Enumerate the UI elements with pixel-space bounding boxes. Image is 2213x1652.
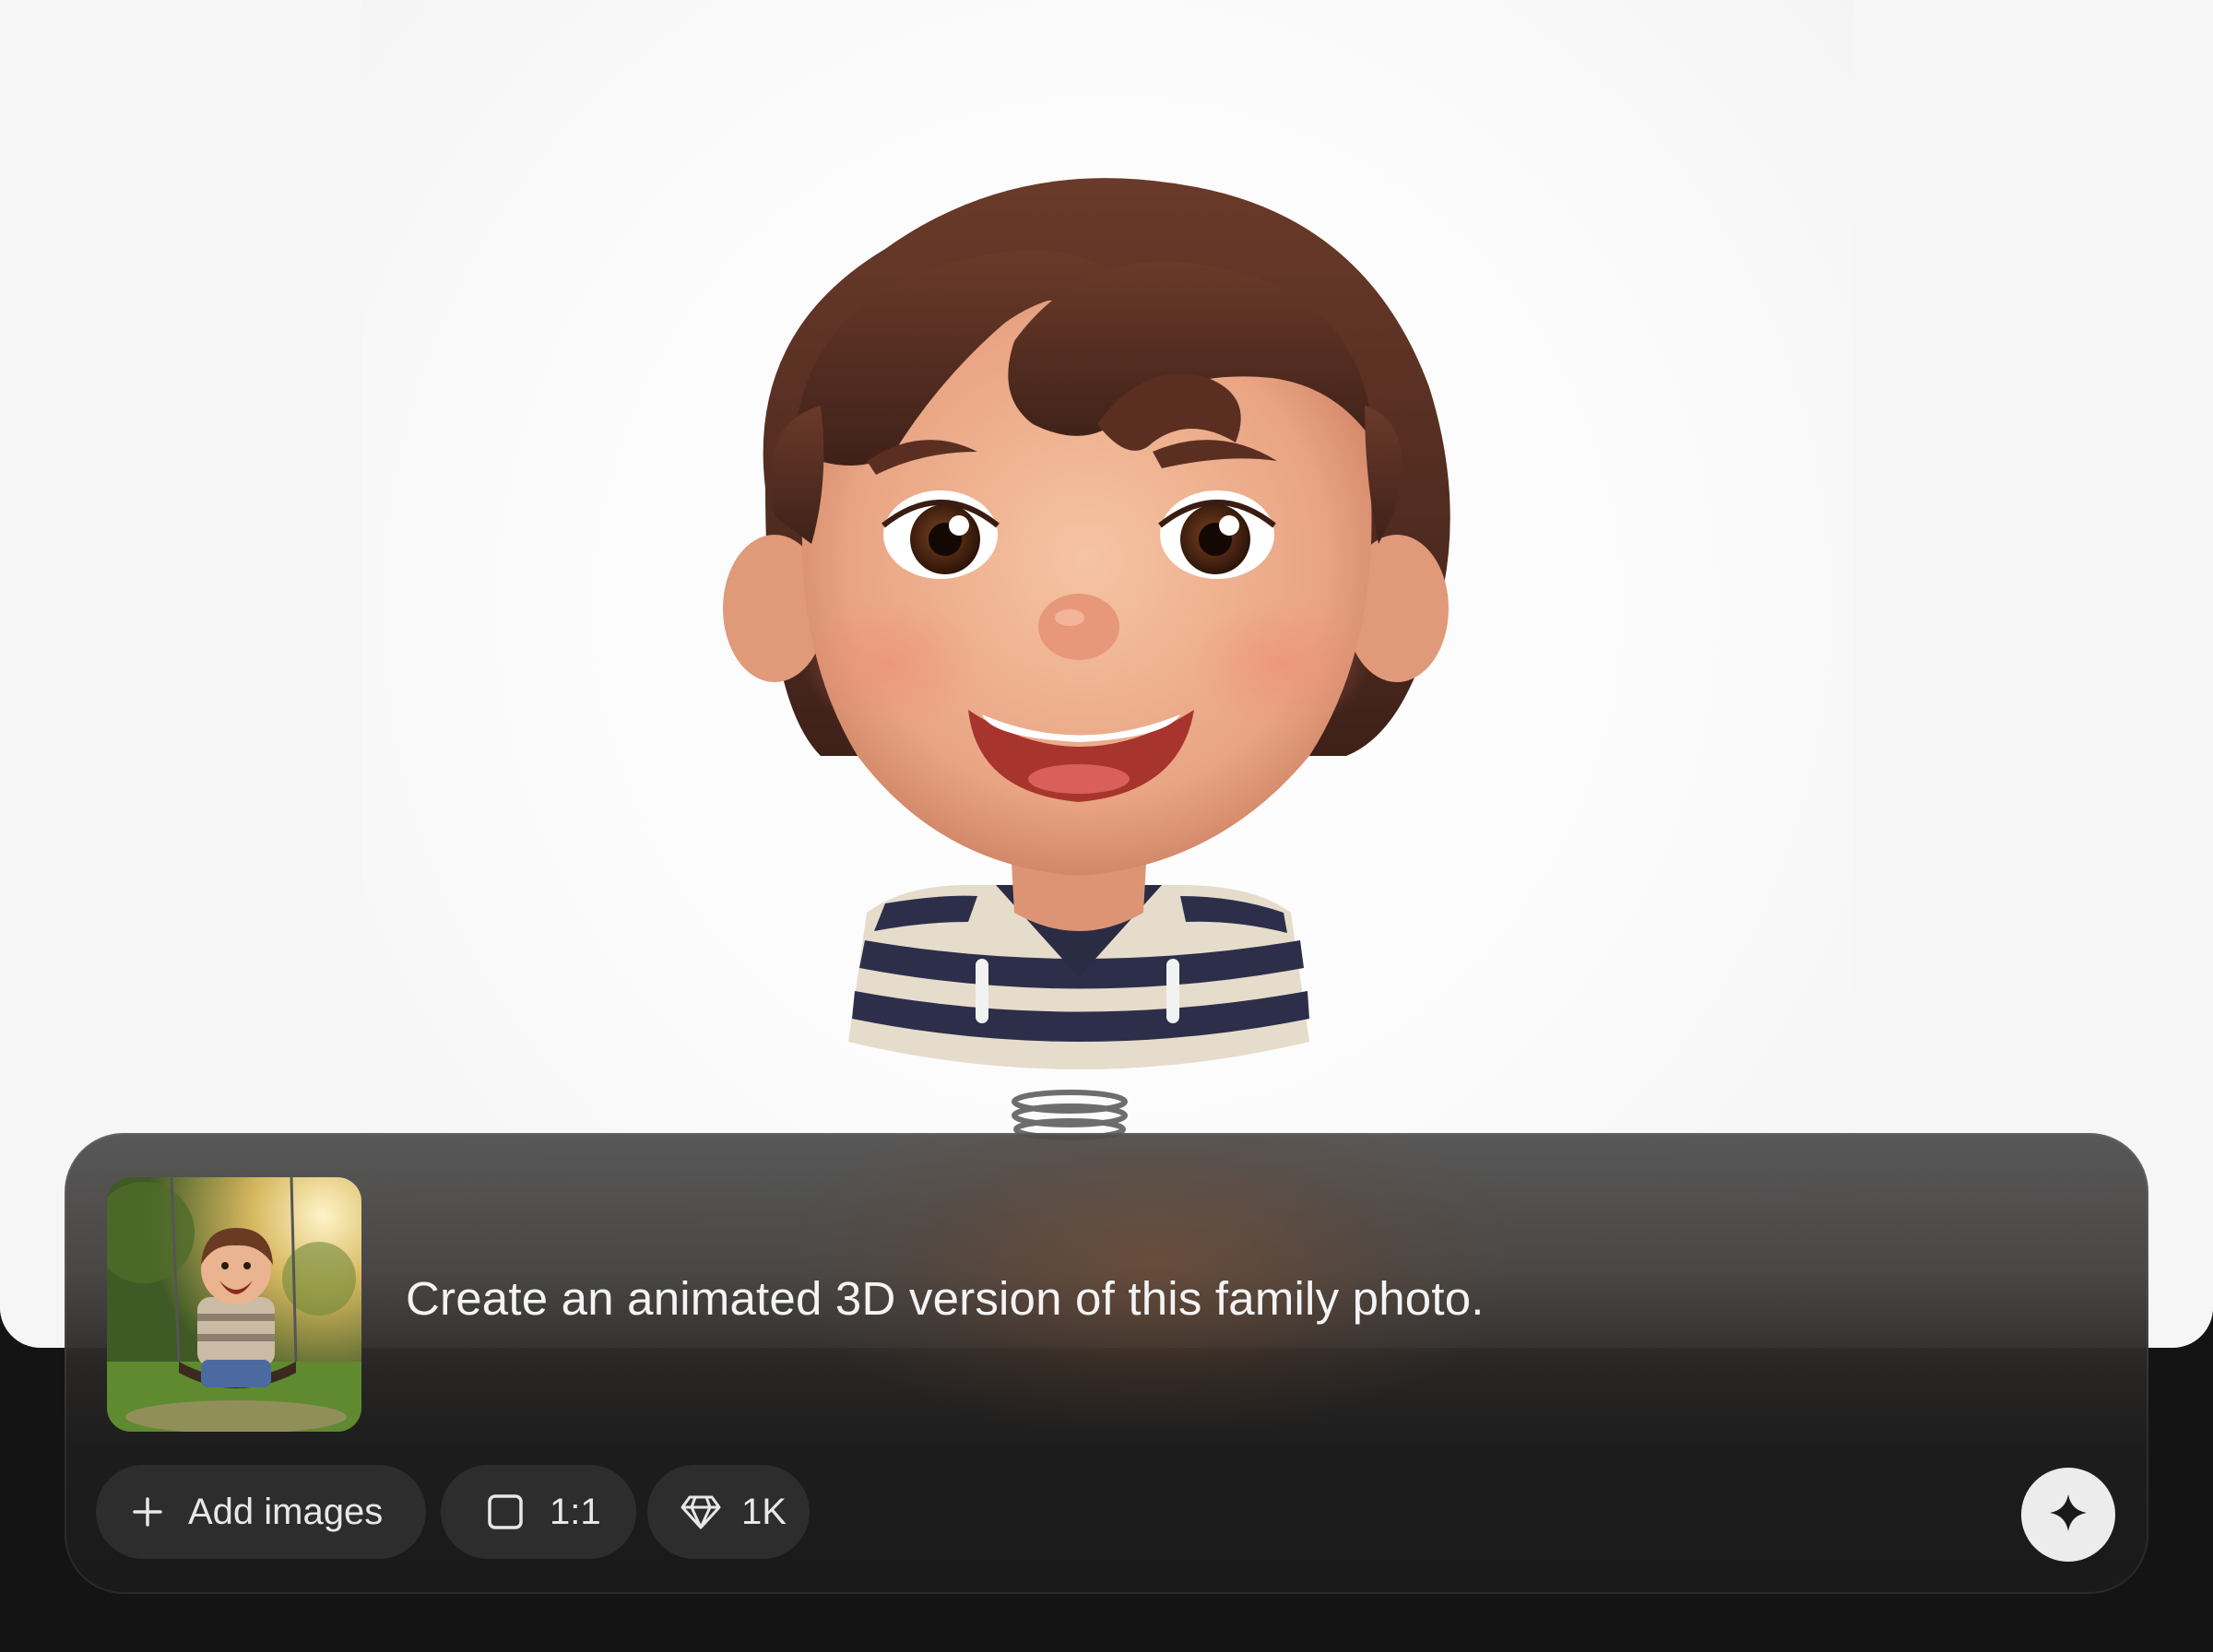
- add-images-button[interactable]: Add images: [96, 1465, 426, 1559]
- sparkle-icon: [2048, 1493, 2089, 1538]
- plus-icon: [131, 1495, 164, 1528]
- diamond-icon: [680, 1493, 721, 1530]
- prompt-composer: Create an animated 3D version of this fa…: [65, 1133, 2148, 1594]
- prompt-input[interactable]: Create an animated 3D version of this fa…: [406, 1271, 1485, 1326]
- app-stage: Create an animated 3D version of this fa…: [0, 0, 2213, 1652]
- resolution-label: 1K: [741, 1491, 787, 1532]
- reference-image-thumbnail[interactable]: [107, 1177, 361, 1432]
- aspect-ratio-label: 1:1: [550, 1491, 601, 1532]
- add-images-label: Add images: [188, 1491, 384, 1532]
- generate-button[interactable]: [2021, 1468, 2115, 1562]
- aspect-ratio-button[interactable]: 1:1: [441, 1465, 636, 1559]
- resolution-button[interactable]: 1K: [647, 1465, 810, 1559]
- generated-avatar-image: [664, 148, 1549, 1143]
- square-icon: [487, 1493, 524, 1530]
